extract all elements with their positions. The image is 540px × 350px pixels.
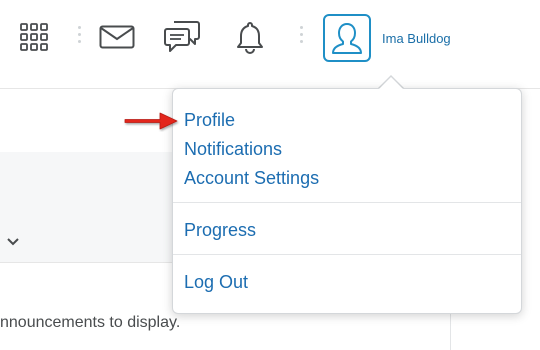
user-avatar-icon[interactable]: [323, 14, 371, 62]
red-arrow-icon: [122, 110, 180, 137]
menu-item-account-settings[interactable]: Account Settings: [184, 168, 319, 189]
user-name-link[interactable]: Ima Bulldog: [382, 31, 451, 46]
dropdown-caret-fill: [378, 77, 404, 90]
nav-separator: [78, 26, 81, 48]
menu-item-notifications[interactable]: Notifications: [184, 139, 282, 160]
menu-item-log-out[interactable]: Log Out: [184, 272, 248, 293]
apps-grid-icon[interactable]: [14, 16, 54, 58]
announcements-empty-text: nnouncements to display.: [0, 314, 181, 331]
menu-item-progress[interactable]: Progress: [184, 220, 256, 241]
chevron-down-icon[interactable]: [6, 234, 20, 252]
menu-divider: [173, 254, 521, 255]
bell-icon[interactable]: [230, 16, 270, 58]
nav-separator: [300, 26, 303, 48]
top-navbar: Ima Bulldog: [0, 0, 540, 80]
chat-icon[interactable]: [162, 16, 202, 58]
page: Ima Bulldog nnouncements to display. Pro…: [0, 0, 540, 350]
menu-item-profile[interactable]: Profile: [184, 110, 235, 131]
menu-divider: [173, 202, 521, 203]
mail-icon[interactable]: [97, 16, 137, 58]
